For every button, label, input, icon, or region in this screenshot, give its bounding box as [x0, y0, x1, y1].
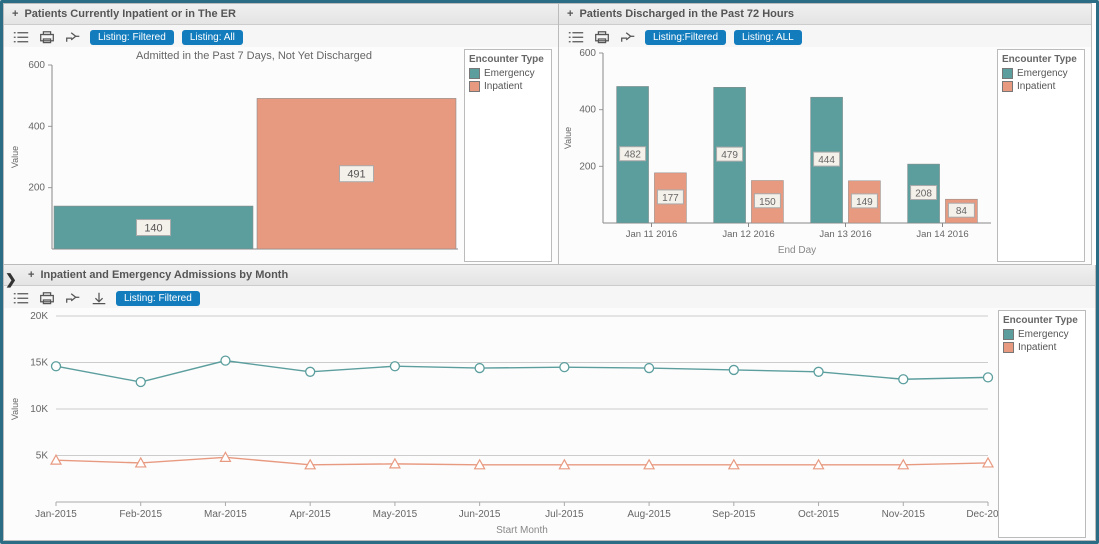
- svg-text:479: 479: [721, 150, 738, 161]
- svg-text:400: 400: [28, 121, 45, 132]
- svg-text:444: 444: [818, 155, 835, 166]
- panel-admissions-by-month: + Inpatient and Emergency Admissions by …: [3, 265, 1096, 541]
- svg-text:May-2015: May-2015: [373, 509, 418, 520]
- legend-inpatient: Inpatient: [484, 81, 522, 92]
- svg-text:10K: 10K: [30, 404, 48, 415]
- svg-text:Feb-2015: Feb-2015: [119, 509, 162, 520]
- toolbar: Listing:Filtered Listing: ALL: [559, 25, 1091, 47]
- share-icon[interactable]: [64, 29, 82, 45]
- print-icon[interactable]: [593, 29, 611, 45]
- download-icon[interactable]: [90, 290, 108, 306]
- svg-text:150: 150: [759, 197, 776, 208]
- svg-text:Value: Value: [10, 398, 20, 420]
- svg-text:491: 491: [347, 169, 365, 181]
- print-icon[interactable]: [38, 29, 56, 45]
- swatch-inpatient: [1003, 342, 1014, 353]
- toolbar: Listing: Filtered Listing: All: [4, 25, 558, 47]
- svg-text:208: 208: [915, 189, 932, 200]
- legend: Encounter Type Emergency Inpatient: [464, 49, 552, 262]
- svg-text:Jan 13 2016: Jan 13 2016: [819, 229, 871, 240]
- swatch-inpatient: [1002, 81, 1013, 92]
- listing-filtered-button[interactable]: Listing:Filtered: [645, 30, 726, 45]
- legend-emergency: Emergency: [1018, 329, 1069, 340]
- legend-inpatient: Inpatient: [1017, 81, 1055, 92]
- svg-text:20K: 20K: [30, 311, 48, 322]
- svg-text:Sep-2015: Sep-2015: [712, 509, 756, 520]
- legend-title: Encounter Type: [1003, 315, 1081, 326]
- listing-filtered-button[interactable]: Listing: Filtered: [90, 30, 174, 45]
- legend-title: Encounter Type: [1002, 54, 1080, 65]
- svg-text:Jan-2015: Jan-2015: [35, 509, 77, 520]
- share-icon[interactable]: [64, 290, 82, 306]
- list-icon[interactable]: [12, 29, 30, 45]
- listing-all-button[interactable]: Listing: ALL: [734, 30, 802, 45]
- swatch-emergency: [469, 68, 480, 79]
- svg-text:Value: Value: [563, 127, 573, 149]
- panel-header: + Patients Discharged in the Past 72 Hou…: [559, 4, 1091, 25]
- legend-emergency: Emergency: [1017, 68, 1068, 79]
- list-icon[interactable]: [567, 29, 585, 45]
- svg-text:Jun-2015: Jun-2015: [459, 509, 501, 520]
- svg-text:Jul-2015: Jul-2015: [545, 509, 584, 520]
- listing-filtered-button[interactable]: Listing: Filtered: [116, 291, 200, 306]
- svg-text:Admitted in the Past 7 Days, N: Admitted in the Past 7 Days, Not Yet Dis…: [136, 50, 372, 62]
- legend-title: Encounter Type: [469, 54, 547, 65]
- svg-text:End Day: End Day: [778, 245, 816, 256]
- svg-text:Jan 12 2016: Jan 12 2016: [722, 229, 774, 240]
- legend-inpatient: Inpatient: [1018, 342, 1056, 353]
- svg-text:Mar-2015: Mar-2015: [204, 509, 247, 520]
- svg-text:Jan 11 2016: Jan 11 2016: [626, 229, 678, 240]
- panel-header: + Inpatient and Emergency Admissions by …: [4, 265, 1095, 286]
- svg-text:Oct-2015: Oct-2015: [798, 509, 840, 520]
- legend: Encounter Type Emergency Inpatient: [997, 49, 1085, 262]
- legend-emergency: Emergency: [484, 68, 535, 79]
- panel-header: + Patients Currently Inpatient or in The…: [4, 4, 558, 25]
- list-icon[interactable]: [12, 290, 30, 306]
- swatch-emergency: [1003, 329, 1014, 340]
- svg-text:177: 177: [662, 193, 679, 204]
- share-icon[interactable]: [619, 29, 637, 45]
- expand-toggle-icon[interactable]: +: [567, 8, 573, 20]
- toolbar: Listing: Filtered: [4, 286, 1095, 308]
- panel-title: Inpatient and Emergency Admissions by Mo…: [40, 269, 288, 281]
- svg-text:Jan 14 2016: Jan 14 2016: [916, 229, 968, 240]
- svg-text:Value: Value: [10, 146, 20, 168]
- panel-discharged-72: + Patients Discharged in the Past 72 Hou…: [559, 3, 1092, 265]
- panel-title: Patients Discharged in the Past 72 Hours: [579, 8, 794, 20]
- panel-title: Patients Currently Inpatient or in The E…: [24, 8, 235, 20]
- listing-all-button[interactable]: Listing: All: [182, 30, 243, 45]
- panel-current-inpatient: + Patients Currently Inpatient or in The…: [3, 3, 559, 265]
- chart-current-inpatient: Admitted in the Past 7 Days, Not Yet Dis…: [4, 47, 464, 257]
- svg-text:Aug-2015: Aug-2015: [627, 509, 671, 520]
- expand-toggle-icon[interactable]: +: [28, 269, 34, 281]
- chart-discharged-72: 200 400 600 Value Jan 11 2016 482 177 Jan 12 20…: [559, 47, 997, 257]
- expand-toggle-icon[interactable]: +: [12, 8, 18, 20]
- svg-text:84: 84: [956, 206, 968, 217]
- svg-text:149: 149: [856, 197, 873, 208]
- svg-text:Apr-2015: Apr-2015: [290, 509, 332, 520]
- swatch-emergency: [1002, 68, 1013, 79]
- print-icon[interactable]: [38, 290, 56, 306]
- svg-text:600: 600: [28, 60, 45, 71]
- svg-text:200: 200: [579, 161, 596, 172]
- svg-text:15K: 15K: [30, 358, 48, 369]
- svg-text:600: 600: [579, 48, 596, 59]
- svg-text:200: 200: [28, 183, 45, 194]
- svg-text:5K: 5K: [36, 451, 49, 462]
- expand-caret-icon[interactable]: ❯: [5, 271, 17, 288]
- svg-text:Start Month: Start Month: [496, 525, 548, 536]
- svg-text:400: 400: [579, 105, 596, 116]
- chart-admissions-by-month: 5K 10K 15K 20K Value Jan-2015 Feb-2015 Mar-2015…: [4, 308, 998, 536]
- svg-text:Dec-2015: Dec-2015: [966, 509, 998, 520]
- svg-text:Nov-2015: Nov-2015: [882, 509, 926, 520]
- svg-text:140: 140: [144, 223, 162, 235]
- svg-text:482: 482: [624, 150, 641, 161]
- legend: Encounter Type Emergency Inpatient: [998, 310, 1086, 538]
- swatch-inpatient: [469, 81, 480, 92]
